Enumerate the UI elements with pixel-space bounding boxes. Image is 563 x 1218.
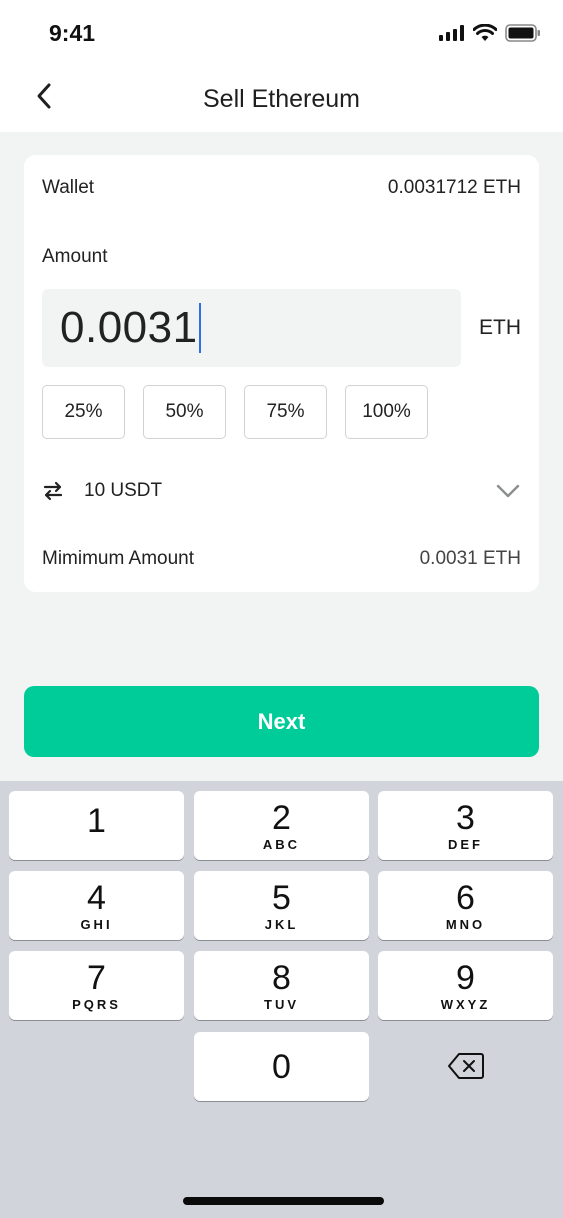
numeric-keyboard: 1 2 ABC 3 DEF 4 GHI 5 JKL 6 MNO 7 PQRS 8… [0,781,563,1218]
percent-75-button[interactable]: 75% [244,385,327,439]
key-digit: 9 [456,958,475,997]
wifi-icon [472,23,498,47]
swap-arrows-icon [42,478,68,504]
key-letters: MNO [445,916,486,932]
key-3[interactable]: 3 DEF [378,791,553,860]
amount-label: Amount [42,246,108,267]
percent-25-button[interactable]: 25% [42,385,125,439]
key-digit: 6 [456,878,475,917]
key-1[interactable]: 1 [9,791,184,860]
key-digit: 5 [272,878,291,917]
key-digit: 8 [272,958,291,997]
conversion-selector[interactable]: 10 USDT [42,471,521,511]
key-digit: 7 [87,958,106,997]
sell-ethereum-screen: 9:41 Sell Ethereum Wallet 0.0031712 ETH … [0,0,563,1218]
battery-icon [505,24,541,47]
home-indicator [183,1197,384,1205]
chevron-down-icon[interactable] [495,478,521,504]
key-digit: 1 [87,801,106,840]
amount-unit: ETH [479,316,521,339]
key-6[interactable]: 6 MNO [378,871,553,940]
sell-form-card: Wallet 0.0031712 ETH Amount 0.0031 ETH 2… [24,155,539,592]
key-0[interactable]: 0 [194,1032,369,1101]
key-letters: GHI [80,916,113,932]
minimum-amount-row: Mimimum Amount 0.0031 ETH [42,548,521,570]
key-letters: ABC [262,836,301,852]
minimum-amount-value: 0.0031 ETH [419,548,521,569]
key-7[interactable]: 7 PQRS [9,951,184,1020]
amount-value: 0.0031 [60,303,198,352]
key-letters: PQRS [72,996,121,1012]
delete-key[interactable] [378,1034,553,1103]
percent-100-button[interactable]: 100% [345,385,428,439]
key-8[interactable]: 8 TUV [194,951,369,1020]
amount-input[interactable]: 0.0031 [42,289,461,367]
cellular-signal-icon [439,25,465,46]
status-time: 9:41 [49,20,96,46]
navigation-bar: Sell Ethereum [0,66,563,132]
percent-50-button[interactable]: 50% [143,385,226,439]
key-digit: 2 [272,798,291,837]
wallet-balance: 0.0031712 ETH [387,177,521,198]
next-button[interactable]: Next [24,686,539,757]
key-2[interactable]: 2 ABC [194,791,369,860]
wallet-label: Wallet [42,177,95,198]
text-caret [198,303,201,353]
status-icons [439,23,541,47]
key-letters: JKL [264,916,299,932]
key-5[interactable]: 5 JKL [194,871,369,940]
conversion-value: 10 USDT [84,480,163,501]
backspace-icon [447,1052,485,1085]
status-bar: 9:41 [0,0,563,66]
key-digit: 3 [456,798,475,837]
percent-options: 25% 50% 75% 100% [42,385,428,439]
key-9[interactable]: 9 WXYZ [378,951,553,1020]
key-digit: 4 [87,878,106,917]
key-letters: WXYZ [440,996,491,1012]
key-4[interactable]: 4 GHI [9,871,184,940]
key-digit: 0 [272,1047,291,1086]
key-letters: DEF [448,836,483,852]
key-letters: TUV [264,996,299,1012]
wallet-row: Wallet 0.0031712 ETH [42,177,521,199]
page-title: Sell Ethereum [202,85,361,113]
minimum-amount-label: Mimimum Amount [42,548,195,569]
